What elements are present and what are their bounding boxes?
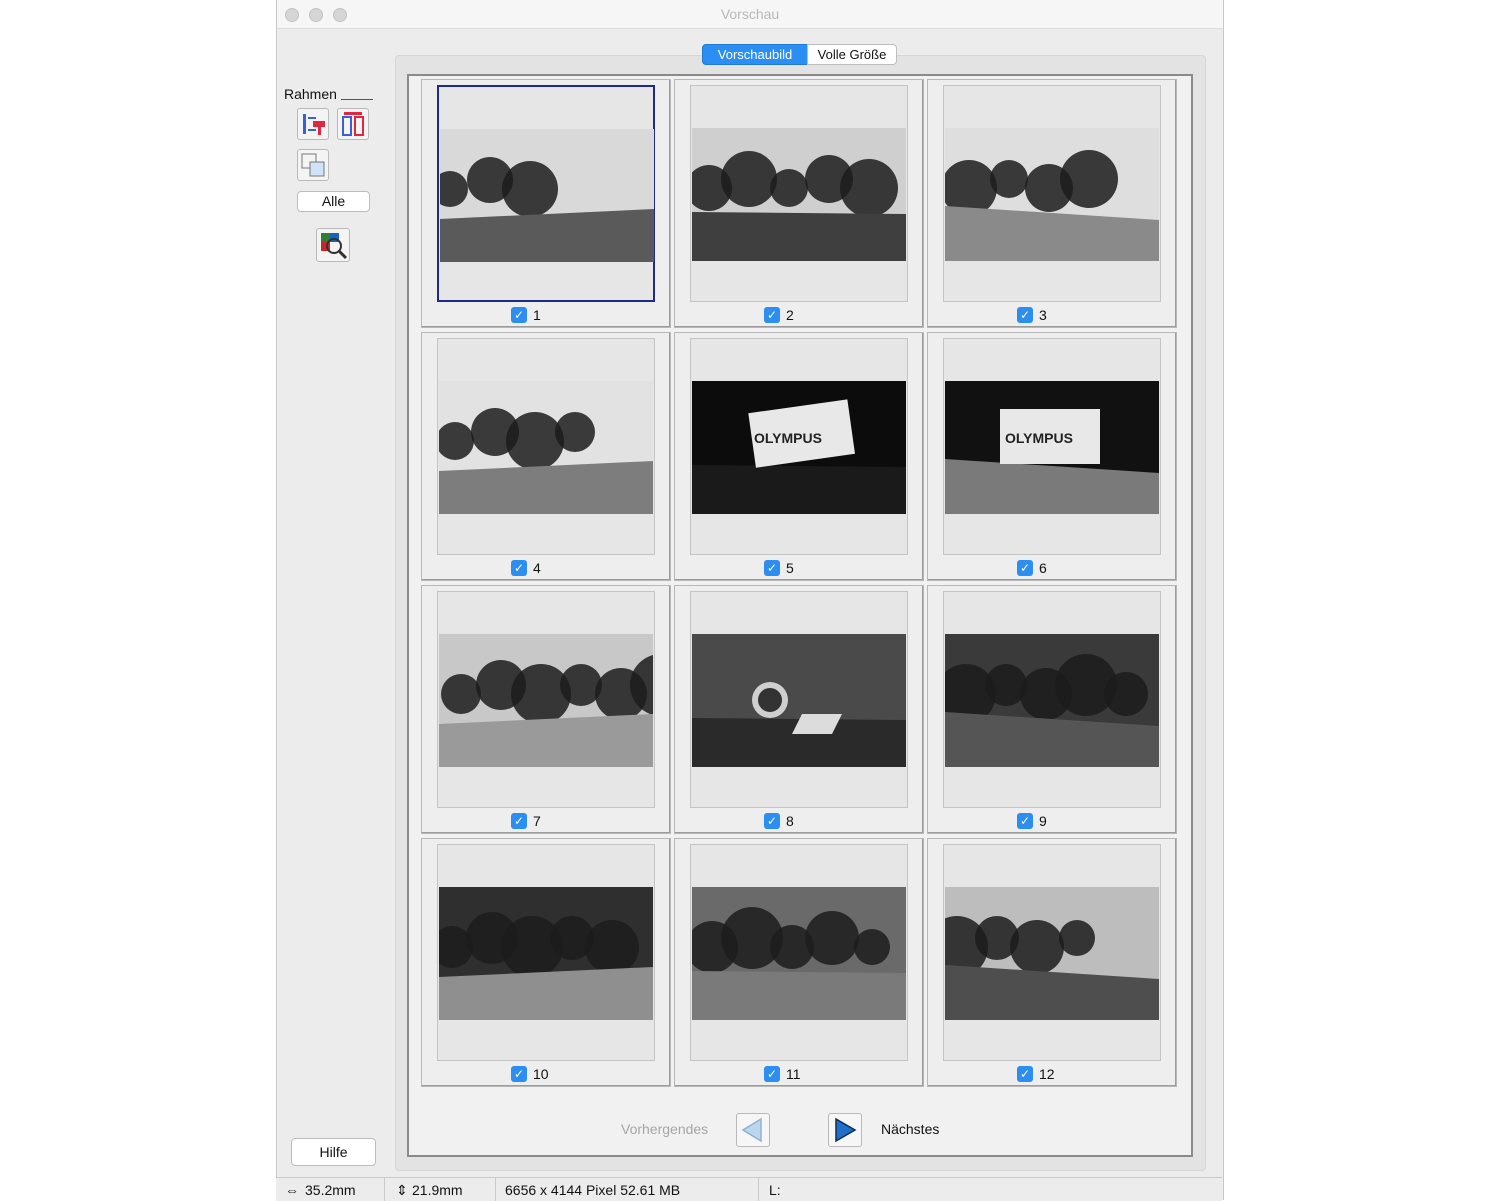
svg-text:OLYMPUS: OLYMPUS [1005,430,1073,446]
thumbnail-frame[interactable] [943,85,1161,302]
auto-locate-icon [303,114,325,135]
previous-label: Vorhergendes [621,1121,709,1137]
frame-height: 21.9mm [412,1182,463,1198]
color-zoom-icon [321,233,348,260]
thumbnail-cell[interactable]: ✓ 12 [927,838,1177,1087]
frame-divider [341,99,373,100]
status-bar: ⇔ 35.2mm ⇕ 21.9mm 6656 x 4144 Pixel 52.6… [276,1177,1222,1201]
checkbox-checked-icon[interactable]: ✓ [511,560,527,576]
thumbnail-number: 7 [533,813,541,829]
thumbnail-image[interactable] [692,128,906,261]
thumbnail-cell[interactable]: ✓ 8 [674,585,924,834]
tab-full-size[interactable]: Volle Größe [807,44,897,65]
checkbox-checked-icon[interactable]: ✓ [764,307,780,323]
thumbnail-image[interactable]: OLYMPUS [692,381,906,514]
thumbnail-frame[interactable] [690,591,908,808]
thumbnail-image[interactable] [692,634,906,767]
crop-button[interactable] [297,149,329,181]
checkbox-checked-icon[interactable]: ✓ [511,813,527,829]
thumbnail-cell[interactable]: OLYMPUS ✓ 5 [674,332,924,581]
height-arrow-icon: ⇕ [396,1182,408,1198]
thumbnail-image[interactable] [945,887,1159,1020]
next-label: Nächstes [881,1121,940,1137]
thumbnail-image[interactable] [439,381,653,514]
thumbnail-frame[interactable] [943,591,1161,808]
crop-icon [301,153,325,177]
thumbnail-cell[interactable]: ✓ 7 [421,585,671,834]
thumbnail-number: 12 [1039,1066,1055,1082]
thumbnail-cell[interactable]: ✓ 9 [927,585,1177,834]
split-frame-icon [342,112,364,136]
thumbnail-frame[interactable]: OLYMPUS [690,338,908,555]
thumbnail-cell[interactable]: ✓ 1 [421,79,671,328]
checkbox-checked-icon[interactable]: ✓ [1017,307,1033,323]
thumbnail-number: 1 [533,307,541,323]
thumbnail-number: 5 [786,560,794,576]
checkbox-checked-icon[interactable]: ✓ [511,307,527,323]
title-bar: Vorschau [277,0,1223,29]
thumbnail-cell[interactable]: ✓ 10 [421,838,671,1087]
thumbnail-frame[interactable] [437,591,655,808]
previous-button[interactable] [736,1113,770,1147]
thumbnail-frame[interactable] [437,85,655,302]
help-button[interactable]: Hilfe [291,1138,376,1166]
thumbnail-image[interactable] [945,634,1159,767]
thumbnail-frame[interactable] [437,844,655,1061]
thumbnail-number: 2 [786,307,794,323]
checkbox-checked-icon[interactable]: ✓ [764,813,780,829]
thumbnail-number: 6 [1039,560,1047,576]
next-arrow-icon [835,1117,857,1143]
thumbnail-image[interactable] [692,887,906,1020]
checkbox-checked-icon[interactable]: ✓ [764,560,780,576]
color-zoom-button[interactable] [316,228,350,262]
checkbox-checked-icon[interactable]: ✓ [1017,813,1033,829]
thumbnail-frame[interactable] [437,338,655,555]
thumbnail-number: 11 [786,1066,801,1082]
thumbnail-image[interactable]: OLYMPUS [945,381,1159,514]
split-frame-button[interactable] [337,108,369,140]
image-size: 6656 x 4144 Pixel 52.61 MB [505,1182,681,1198]
thumbnail-frame[interactable] [690,85,908,302]
thumbnail-image[interactable] [439,634,653,767]
frame-width: 35.2mm [305,1182,356,1198]
thumbnail-frame[interactable]: OLYMPUS [943,338,1161,555]
checkbox-checked-icon[interactable]: ✓ [1017,1066,1033,1082]
thumbnail-image[interactable] [945,128,1159,261]
thumbnail-cell[interactable]: ✓ 2 [674,79,924,328]
thumbnail-cell[interactable]: OLYMPUS ✓ 6 [927,332,1177,581]
tab-preview[interactable]: Vorschaubild [702,44,808,65]
thumbnail-number: 8 [786,813,794,829]
select-all-button[interactable]: Alle [297,191,370,212]
thumbnail-cell[interactable]: ✓ 11 [674,838,924,1087]
l-readout: L: [769,1182,781,1198]
thumbnail-frame[interactable] [943,844,1161,1061]
frame-label: Rahmen [284,86,337,102]
thumbnail-image[interactable] [440,129,654,262]
thumbnail-image[interactable] [439,887,653,1020]
width-arrow-icon: ⇔ [285,1182,299,1198]
svg-text:OLYMPUS: OLYMPUS [754,430,822,446]
thumbnail-number: 9 [1039,813,1047,829]
window-title: Vorschau [720,6,780,22]
checkbox-checked-icon[interactable]: ✓ [764,1066,780,1082]
auto-locate-button[interactable] [297,108,329,140]
next-button[interactable] [828,1113,862,1147]
thumbnail-number: 4 [533,560,541,576]
thumbnail-number: 10 [533,1066,549,1082]
checkbox-checked-icon[interactable]: ✓ [1017,560,1033,576]
thumbnail-cell[interactable]: ✓ 3 [927,79,1177,328]
prev-arrow-icon [741,1117,762,1143]
checkbox-checked-icon[interactable]: ✓ [511,1066,527,1082]
thumbnail-number: 3 [1039,307,1047,323]
thumbnail-frame[interactable] [690,844,908,1061]
thumbnail-cell[interactable]: ✓ 4 [421,332,671,581]
